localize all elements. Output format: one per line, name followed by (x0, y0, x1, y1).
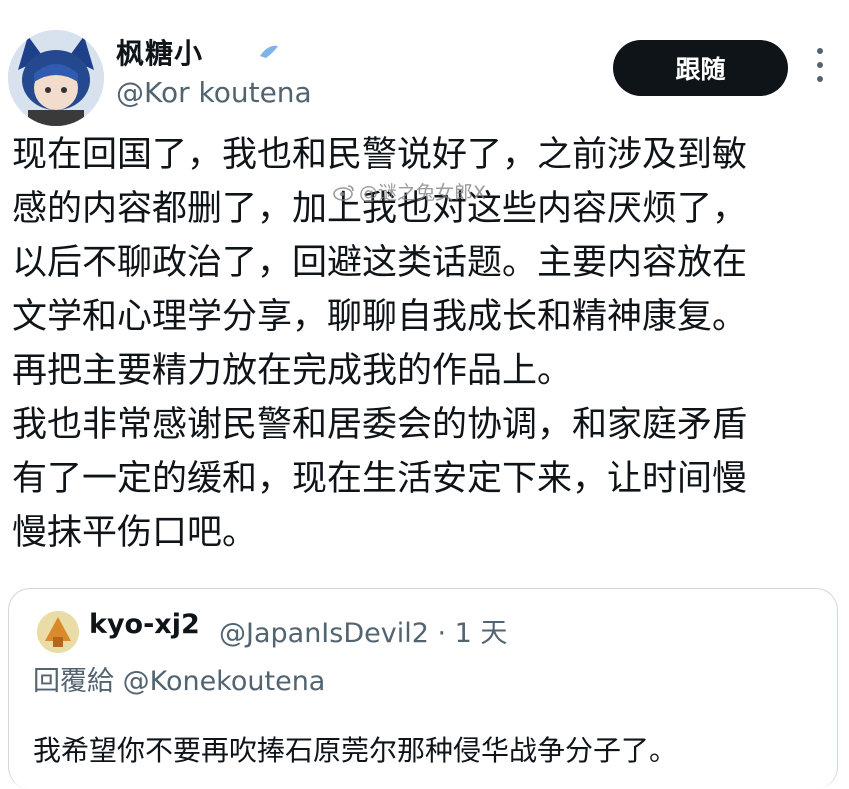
quote-reply-to[interactable]: 回覆給 @Konekoutena (33, 659, 325, 698)
verified-badge-icon (260, 45, 278, 58)
tweet-line: 现在回国了，我也和民警说好了，之前涉及到敏 (12, 135, 748, 175)
author-handle[interactable]: @Kor koutena (116, 76, 312, 109)
weibo-icon (333, 184, 354, 201)
watermark-text: @谜之兔女郎X (359, 182, 487, 204)
quote-text: 我希望你不要再吹捧石原莞尔那种侵华战争分子了。 (33, 734, 678, 767)
watermark: @谜之兔女郎X (333, 178, 486, 205)
tweet-line: 再把主要精力放在完成我的作品上。 (12, 351, 573, 391)
tweet-line: 以后不聊政治了，回避这类话题。主要内容放在 (12, 243, 748, 283)
quote-author-name[interactable]: kyo-xj2 (89, 609, 200, 640)
quoted-tweet-card[interactable]: kyo-xj2 @JapanIsDevil2 · 1 天 回覆給 @Koneko… (8, 588, 838, 789)
author-display-name[interactable]: 枫糖小 (116, 32, 203, 72)
tweet-line: 有了一定的缓和，现在生活安定下来，让时间慢 (12, 459, 748, 499)
tweet-line: 文学和心理学分享，聊聊自我成长和精神康复。 (12, 297, 748, 337)
quote-author-meta[interactable]: @JapanIsDevil2 · 1 天 (219, 611, 507, 650)
more-vertical-icon[interactable] (812, 48, 828, 82)
quote-avatar[interactable] (37, 611, 79, 653)
tweet-line: 慢抹平伤口吧。 (12, 513, 258, 553)
tweet-line: 我也非常感谢民警和居委会的协调，和家庭矛盾 (12, 405, 748, 445)
follow-button[interactable]: 跟随 (613, 40, 788, 96)
author-avatar[interactable] (8, 30, 104, 126)
